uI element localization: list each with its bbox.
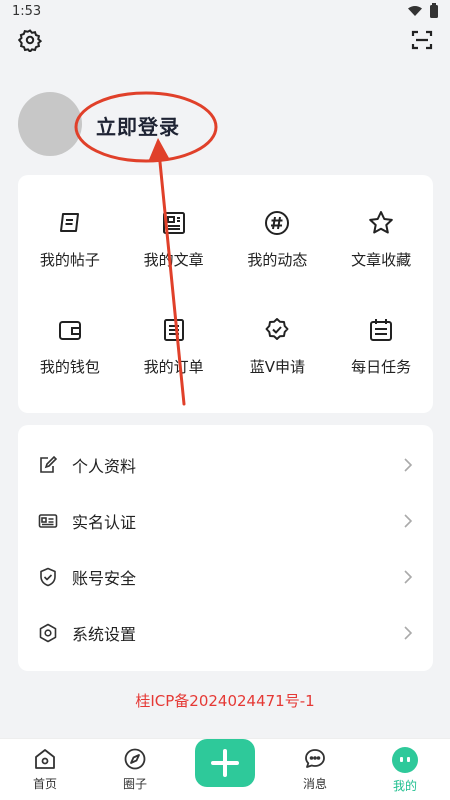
battery-icon: [430, 2, 438, 18]
nav-item-home[interactable]: 首页: [0, 739, 90, 800]
me-icon: [392, 747, 418, 773]
grid-item-label: 蓝V申请: [249, 358, 305, 376]
chevron-right-icon: [404, 626, 413, 640]
grid-item-label: 我的动态: [247, 251, 308, 269]
compass-icon: [124, 748, 146, 770]
menu-item-label: 个人资料: [72, 457, 137, 476]
menu-item-account-security[interactable]: 账号安全: [18, 549, 433, 605]
profile-header[interactable]: 立即登录: [18, 92, 438, 158]
grid-item-label: 文章收藏: [351, 251, 412, 269]
menu-item-system-settings[interactable]: 系统设置: [18, 605, 433, 661]
feature-grid-card: 我的帖子 我的文章 我的动态 文章收藏 我的钱包 我的订单 蓝V申请 每日任务: [18, 175, 433, 413]
login-button[interactable]: 立即登录: [96, 111, 180, 140]
grid-item-orders[interactable]: 我的订单: [122, 316, 226, 423]
grid-item-favorites[interactable]: 文章收藏: [329, 209, 433, 316]
nav-label: 圈子: [122, 777, 147, 791]
grid-item-label: 我的帖子: [39, 251, 100, 269]
grid-item-label: 每日任务: [351, 358, 412, 376]
star-icon: [369, 211, 393, 234]
chat-icon: [305, 749, 325, 768]
hashtag-icon: [265, 211, 290, 235]
chevron-right-icon: [404, 458, 413, 472]
grid-item-label: 我的钱包: [39, 358, 100, 376]
status-bar: 1:53: [0, 0, 450, 22]
gear-icon[interactable]: [18, 28, 42, 52]
icp-license-link[interactable]: 桂ICP备2024024471号-1: [0, 690, 450, 711]
settings-list-card: 个人资料 实名认证 账号安全 系统设置: [18, 425, 433, 671]
grid-item-my-moments[interactable]: 我的动态: [226, 209, 330, 316]
status-icons: [408, 2, 438, 18]
nav-item-messages[interactable]: 消息: [270, 739, 360, 800]
menu-item-profile[interactable]: 个人资料: [18, 437, 433, 493]
wifi-icon: [408, 6, 422, 16]
wallet-icon: [58, 321, 81, 340]
order-icon: [163, 319, 184, 341]
nav-label: 消息: [302, 777, 327, 791]
post-icon: [59, 213, 79, 232]
shield-icon: [40, 567, 56, 587]
menu-item-label: 实名认证: [72, 513, 137, 532]
nav-label: 我的: [392, 779, 417, 793]
nav-item-me[interactable]: 我的: [360, 739, 450, 800]
grid-item-daily-tasks[interactable]: 每日任务: [329, 316, 433, 423]
avatar[interactable]: [18, 92, 82, 156]
grid-item-label: 我的订单: [143, 358, 204, 376]
article-icon: [162, 212, 185, 234]
menu-item-real-name[interactable]: 实名认证: [18, 493, 433, 549]
menu-item-label: 系统设置: [72, 625, 137, 644]
menu-item-label: 账号安全: [72, 569, 137, 588]
bottom-nav: 首页 圈子 消息 我的: [0, 738, 450, 800]
grid-item-wallet[interactable]: 我的钱包: [18, 316, 122, 423]
nav-item-create[interactable]: [180, 739, 270, 800]
grid-item-my-articles[interactable]: 我的文章: [122, 209, 226, 316]
chevron-right-icon: [404, 514, 413, 528]
top-bar: [0, 28, 450, 54]
chevron-right-icon: [404, 570, 413, 584]
grid-item-blue-v[interactable]: 蓝V申请: [226, 316, 330, 423]
nav-item-circle[interactable]: 圈子: [90, 739, 180, 800]
home-icon: [35, 749, 55, 769]
feature-grid: 我的帖子 我的文章 我的动态 文章收藏 我的钱包 我的订单 蓝V申请 每日任务: [18, 175, 433, 413]
edit-icon: [40, 455, 58, 473]
grid-item-my-posts[interactable]: 我的帖子: [18, 209, 122, 316]
status-time: 1:53: [12, 3, 42, 19]
id-card-icon: [38, 514, 58, 528]
scan-icon[interactable]: [410, 28, 434, 52]
add-button[interactable]: [195, 739, 255, 787]
grid-item-label: 我的文章: [143, 251, 204, 269]
nav-label: 首页: [32, 777, 57, 791]
plus-icon: [211, 749, 239, 777]
verified-badge-icon: [265, 318, 289, 340]
settings-hex-icon: [39, 623, 57, 643]
calendar-icon: [370, 319, 393, 341]
